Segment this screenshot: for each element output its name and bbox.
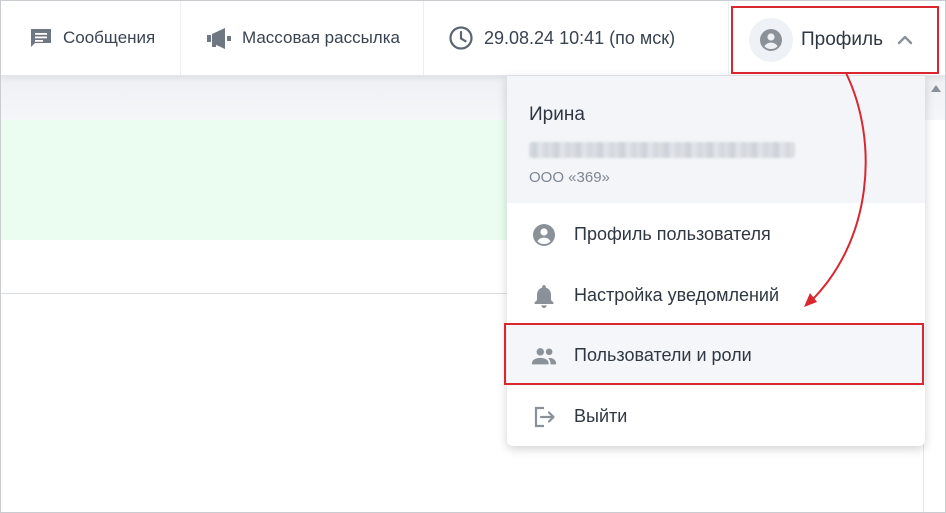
account-circle-icon bbox=[760, 29, 782, 51]
account-circle-icon bbox=[531, 223, 557, 247]
datetime-label: 29.08.24 10:41 (по мск) bbox=[484, 27, 676, 48]
avatar bbox=[749, 18, 793, 62]
mass-mailing-nav-button[interactable]: Массовая рассылка bbox=[206, 1, 400, 75]
bell-icon bbox=[531, 283, 557, 309]
nav-separator bbox=[728, 1, 729, 75]
chevron-up-icon bbox=[897, 30, 913, 50]
nav-separator bbox=[423, 1, 424, 75]
scroll-up-icon[interactable] bbox=[931, 85, 941, 92]
nav-separator bbox=[180, 1, 181, 75]
menu-item-label: Выйти bbox=[574, 406, 628, 426]
menu-item-notification-settings[interactable]: Настройка уведомлений bbox=[507, 265, 925, 326]
megaphone-icon bbox=[206, 27, 232, 49]
app-window: Сообщения Массовая рассылка 29.08.24 10:… bbox=[0, 0, 946, 513]
mass-mailing-label: Массовая рассылка bbox=[242, 28, 400, 47]
menu-item-label: Пользователи и роли bbox=[574, 345, 752, 365]
content-divider bbox=[1, 293, 507, 294]
messages-label: Сообщения bbox=[63, 28, 156, 47]
message-icon bbox=[29, 27, 53, 49]
profile-dropdown-menu: Ирина ООО «369» Профиль пользователя Нас… bbox=[507, 76, 925, 446]
menu-item-label: Настройка уведомлений bbox=[574, 285, 780, 305]
top-navigation-bar: Сообщения Массовая рассылка 29.08.24 10:… bbox=[1, 1, 945, 76]
logout-icon bbox=[531, 405, 557, 429]
menu-item-logout[interactable]: Выйти bbox=[507, 386, 925, 446]
user-name: Ирина bbox=[529, 104, 585, 125]
profile-summary: Ирина ООО «369» bbox=[507, 76, 925, 203]
organization-name: ООО «369» bbox=[529, 169, 610, 186]
datetime-display: 29.08.24 10:41 (по мск) bbox=[448, 1, 675, 75]
clock-icon bbox=[448, 25, 474, 51]
menu-item-label: Профиль пользователя bbox=[574, 224, 771, 244]
profile-menu-button[interactable]: Профиль bbox=[731, 6, 939, 74]
redacted-email bbox=[529, 142, 795, 158]
info-panel bbox=[1, 120, 507, 240]
profile-label: Профиль bbox=[801, 29, 884, 50]
menu-item-users-and-roles[interactable]: Пользователи и роли bbox=[507, 325, 925, 386]
menu-item-user-profile[interactable]: Профиль пользователя bbox=[507, 204, 925, 265]
people-icon bbox=[531, 346, 557, 366]
messages-nav-button[interactable]: Сообщения bbox=[29, 1, 155, 75]
